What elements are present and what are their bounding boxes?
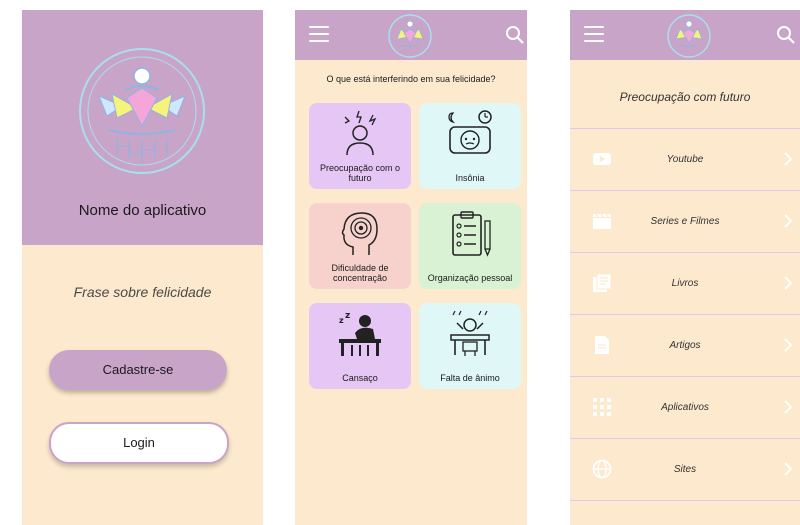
chevron-right-icon (784, 338, 793, 352)
card-tiredness[interactable]: z z Cansaço (309, 303, 411, 389)
checklist-icon (452, 211, 491, 257)
card-label: Insônia (455, 173, 485, 183)
top-bar (295, 10, 527, 60)
card-label: Dificuldade de concentração (331, 263, 389, 283)
search-icon[interactable] (776, 25, 796, 45)
list-item-youtube[interactable]: Youtube (570, 129, 800, 191)
card-organization[interactable]: Organização pessoal (419, 203, 521, 289)
card-label: Organização pessoal (427, 273, 513, 283)
lotus-logo-icon (667, 14, 711, 58)
resources-screen: Preocupação com futuro Youtube Series e … (570, 10, 800, 525)
svg-text:z: z (339, 316, 344, 325)
chevron-right-icon (784, 214, 793, 228)
card-lack-motivation[interactable]: Falta de ânimo (419, 303, 521, 389)
card-label: Preocupação com o futuro (319, 163, 401, 183)
card-label: Falta de ânimo (440, 373, 500, 383)
signup-button[interactable]: Cadastre-se (49, 350, 227, 390)
insomnia-icon (448, 110, 492, 154)
top-bar (570, 10, 800, 60)
list-item-label: Sites (673, 464, 697, 475)
despair-person-icon (450, 310, 490, 356)
list-item-label: Aplicativos (661, 402, 709, 413)
list-item-series[interactable]: Series e Filmes (570, 191, 800, 253)
lotus-logo-icon (388, 14, 432, 58)
question-text: O que está interferindo em sua felicidad… (326, 74, 496, 84)
tired-person-icon: z z (339, 311, 381, 356)
problems-screen: O que está interferindo em sua felicidad… (295, 10, 527, 525)
card-concentration[interactable]: Dificuldade de concentração (309, 203, 411, 289)
list-item-label: Youtube (666, 154, 704, 165)
hamburger-menu-icon[interactable] (584, 26, 604, 42)
welcome-header: Nome do aplicativo (22, 10, 263, 245)
category-title: Preocupação com futuro (619, 90, 751, 104)
welcome-screen: Nome do aplicativo Frase sobre felicidad… (22, 10, 263, 525)
hamburger-menu-icon[interactable] (309, 26, 329, 42)
card-label: Cansaço (342, 373, 378, 383)
card-worry-future[interactable]: Preocupação com o futuro (309, 103, 411, 189)
app-name: Nome do aplicativo (78, 202, 207, 219)
chevron-right-icon (784, 276, 793, 290)
chevron-right-icon (784, 152, 793, 166)
head-target-icon (341, 212, 378, 255)
list-item-apps[interactable]: Aplicativos (570, 377, 800, 439)
happiness-phrase: Frase sobre felicidade (73, 284, 212, 300)
list-item-label: Series e Filmes (650, 216, 720, 227)
list-item-label: Livros (671, 278, 699, 289)
lotus-logo-icon (79, 48, 205, 174)
worried-person-icon (344, 110, 377, 156)
chevron-right-icon (784, 400, 793, 414)
card-insomnia[interactable]: Insônia (419, 103, 521, 189)
chevron-right-icon (784, 462, 793, 476)
resource-list: Youtube Series e Filmes Livros Artigos A… (570, 128, 800, 501)
list-item-sites[interactable]: Sites (570, 439, 800, 501)
list-item-label: Artigos (669, 340, 701, 351)
search-icon[interactable] (505, 25, 525, 45)
svg-text:z: z (345, 311, 350, 321)
list-item-articles[interactable]: Artigos (570, 315, 800, 377)
list-item-books[interactable]: Livros (570, 253, 800, 315)
login-button[interactable]: Login (49, 422, 229, 464)
